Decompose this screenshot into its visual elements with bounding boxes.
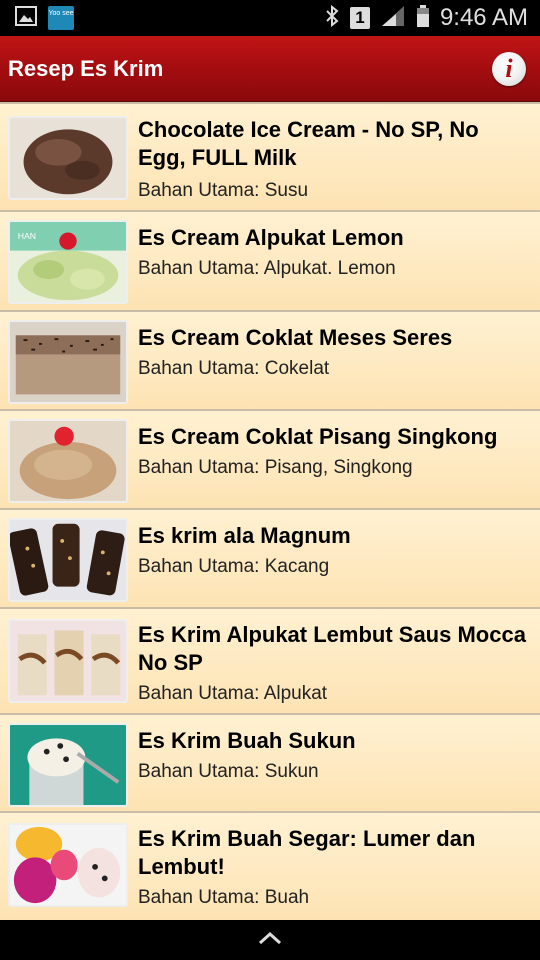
navigation-bar <box>0 920 540 960</box>
recipe-item[interactable]: Es Cream Coklat Meses Seres Bahan Utama:… <box>0 310 540 409</box>
chevron-up-icon[interactable] <box>257 930 283 951</box>
recipe-title: Chocolate Ice Cream - No SP, No Egg, FUL… <box>138 117 479 170</box>
app-bar: Resep Es Krim i <box>0 36 540 102</box>
thumbnail-caption: HAN <box>18 231 36 241</box>
recipe-thumbnail <box>8 419 128 503</box>
recipe-list[interactable]: Chocolate Ice Cream - No SP, No Egg, FUL… <box>0 102 540 920</box>
recipe-main-ingredient: Bahan Utama: Kacang <box>138 556 330 577</box>
recipe-main-ingredient: Bahan Utama: Susu <box>138 180 309 201</box>
gallery-icon <box>14 4 38 33</box>
recipe-item[interactable]: Es Krim Alpukat Lembut Saus Mocca No SP … <box>0 607 540 713</box>
recipe-title: Es Cream Coklat Meses Seres <box>138 325 453 350</box>
recipe-thumbnail: HAN <box>8 220 128 304</box>
recipe-title: Es krim ala Magnum <box>138 523 351 548</box>
recipe-item[interactable]: Es krim ala Magnum Bahan Utama: Kacang <box>0 508 540 607</box>
recipe-title: Es Krim Buah Sukun <box>138 728 356 753</box>
info-icon: i <box>505 53 513 83</box>
recipe-thumbnail <box>8 518 128 602</box>
recipe-title: Es Krim Alpukat Lembut Saus Mocca No SP <box>138 622 526 675</box>
recipe-thumbnail <box>8 320 128 404</box>
recipe-main-ingredient: Bahan Utama: Pisang, Singkong <box>138 457 413 478</box>
recipe-thumbnail <box>8 823 128 907</box>
battery-icon <box>416 4 430 33</box>
recipe-thumbnail <box>8 619 128 703</box>
recipe-thumbnail <box>8 723 128 807</box>
recipe-main-ingredient: Bahan Utama: Cokelat <box>138 358 330 379</box>
recipe-item[interactable]: Es Krim Buah Segar: Lumer dan Lembut! Ba… <box>0 811 540 920</box>
info-button[interactable]: i <box>492 51 526 86</box>
recipe-item[interactable]: Es Cream Coklat Pisang Singkong Bahan Ut… <box>0 409 540 508</box>
bluetooth-icon <box>324 4 340 33</box>
recipe-main-ingredient: Bahan Utama: Sukun <box>138 761 319 782</box>
recipe-main-ingredient: Bahan Utama: Alpukat. Lemon <box>138 258 396 279</box>
clock: 9:46 AM <box>439 4 528 31</box>
status-bar: Yoo see 1 9:46 AM <box>0 0 540 36</box>
signal-icon <box>380 4 406 33</box>
app-title: Resep Es Krim <box>8 55 164 81</box>
recipe-title: Es Cream Coklat Pisang Singkong <box>138 424 498 449</box>
recipe-item[interactable]: Chocolate Ice Cream - No SP, No Egg, FUL… <box>0 102 540 210</box>
recipe-thumbnail <box>8 116 128 200</box>
recipe-item[interactable]: HAN Es Cream Alpukat Lemon Bahan Utama: … <box>0 210 540 310</box>
yoosee-app-icon: Yoo see <box>48 6 74 30</box>
recipe-main-ingredient: Bahan Utama: Alpukat <box>138 683 328 704</box>
recipe-title: Es Krim Buah Segar: Lumer dan Lembut! <box>138 826 476 879</box>
sim-1-icon: 1 <box>349 7 370 29</box>
recipe-item[interactable]: Es Krim Buah Sukun Bahan Utama: Sukun <box>0 713 540 811</box>
recipe-title: Es Cream Alpukat Lemon <box>138 225 404 250</box>
recipe-main-ingredient: Bahan Utama: Buah <box>138 887 310 908</box>
